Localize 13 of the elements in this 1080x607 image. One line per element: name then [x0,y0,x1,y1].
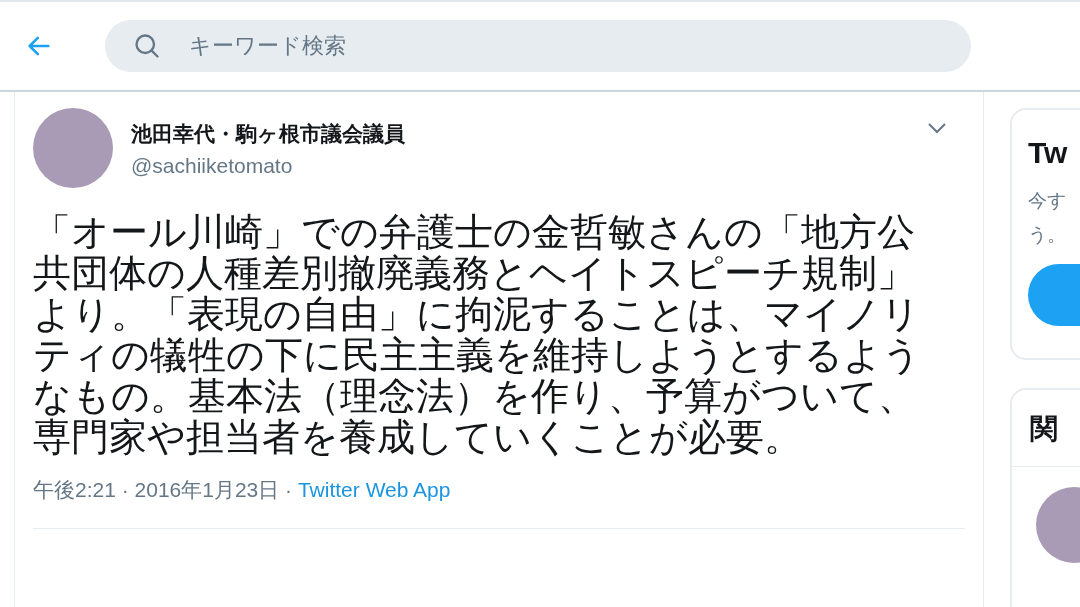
card-text: う。 [1028,223,1067,247]
search-field[interactable]: キーワード検索 [105,20,971,72]
author-handle[interactable]: @sachiiketomato [131,154,927,178]
card-title: Tw [1028,136,1069,170]
tweet-timestamp: 午後2:21 · 2016年1月23日 · [33,478,294,501]
card-text: 今す [1028,189,1067,213]
search-input[interactable]: キーワード検索 [187,32,971,60]
author-name[interactable]: 池田幸代・駒ヶ根市議会議員 [131,120,927,148]
card-title: 関 [1012,390,1080,467]
search-icon [133,32,161,60]
chevron-down-icon[interactable] [927,122,947,134]
source-link[interactable]: Twitter Web App [297,478,451,501]
tweet-text: 「オール川崎」での弁護士の金哲敏さんの「地方公共団体の人種差別撤廃義務とヘイトスピーチ規制」より。「表現の自由」に拘泥することは、マイノリティの犠牲の下に民主主義を維持しようとするようなもの。基本法（理念法）を作り、予算がついて、専門家や担当者を養成していくことが必要。 [33,212,922,458]
